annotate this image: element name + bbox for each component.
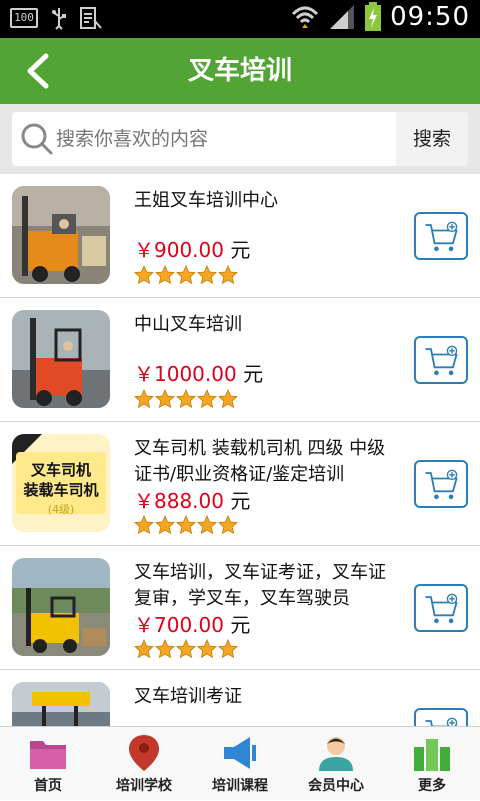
price-unit: 元 — [230, 489, 251, 513]
star-icon — [134, 515, 154, 535]
notification-icon — [80, 7, 102, 29]
price-row: ￥900.00 元 — [134, 234, 250, 263]
course-price: ￥1000.00 — [134, 362, 237, 386]
star-icon — [176, 265, 196, 285]
tab-label: 培训课程 — [212, 778, 268, 794]
course-price: ￥700.00 — [134, 613, 224, 637]
title-bar: 叉车培训 — [0, 38, 480, 104]
list-item[interactable]: 叉车培训考证 — [0, 670, 480, 726]
course-name: 叉车司机 装载机司机 四级 中级 证书/职业资格证/鉴定培训 — [134, 438, 386, 485]
bottom-tab-bar: 首页 培训学校 培训课程 会员中心 更多 — [0, 726, 480, 800]
price-unit: 元 — [230, 613, 251, 637]
price-unit: 元 — [243, 362, 264, 386]
tab-label: 培训学校 — [116, 778, 172, 794]
star-icon — [176, 515, 196, 535]
star-icon — [218, 515, 238, 535]
add-to-cart-icon[interactable] — [414, 708, 468, 726]
price-row: ￥700.00 元 — [134, 609, 250, 638]
rating-stars — [134, 389, 238, 409]
add-to-cart-icon[interactable] — [414, 460, 468, 508]
rating-stars — [134, 639, 238, 659]
search-bar: 搜索 — [0, 104, 480, 174]
battery-charging-icon — [365, 2, 382, 31]
tab-schools[interactable]: 培训学校 — [96, 727, 192, 801]
course-thumbnail — [12, 558, 110, 656]
list-item[interactable]: 叉车司机 装载车司机 (4级) 叉车司机 装载机司机 四级 中级 证书/职业资格… — [0, 422, 480, 546]
search-icon — [21, 123, 53, 155]
add-to-cart-icon[interactable] — [414, 212, 468, 260]
page-title: 叉车培训 — [187, 56, 292, 86]
price-unit: 元 — [230, 238, 251, 262]
star-icon — [134, 265, 154, 285]
star-icon — [155, 265, 175, 285]
thumb-caption-line1: 叉车司机 — [30, 461, 91, 479]
thumb-caption-line3: (4级) — [47, 503, 75, 516]
tab-label: 会员中心 — [308, 778, 364, 794]
usb-icon — [52, 8, 66, 30]
star-icon — [218, 389, 238, 409]
tab-more[interactable]: 更多 — [384, 727, 480, 801]
clock: 09:50 — [390, 2, 470, 32]
rating-stars — [134, 515, 238, 535]
status-bar: 100 09:50 — [0, 0, 480, 38]
list-item[interactable]: 中山叉车培训 ￥1000.00 元 — [0, 298, 480, 422]
course-thumbnail — [12, 186, 110, 284]
search-button[interactable]: 搜索 — [396, 112, 468, 166]
course-name: 王姐叉车培训中心 — [134, 190, 278, 211]
battery-indicator: 100 — [10, 8, 38, 28]
add-to-cart-icon[interactable] — [414, 584, 468, 632]
course-list: 王姐叉车培训中心 ￥900.00 元 中山叉车培训 ￥1000.00 元 叉车司… — [0, 174, 480, 726]
folder-icon — [30, 741, 66, 769]
course-name: 中山叉车培训 — [134, 314, 242, 335]
list-item[interactable]: 叉车培训，叉车证考证，叉车证复审，学叉车，叉车驾驶员 ￥700.00 元 — [0, 546, 480, 670]
star-icon — [134, 639, 154, 659]
star-icon — [155, 515, 175, 535]
tab-home[interactable]: 首页 — [0, 727, 96, 801]
list-item[interactable]: 王姐叉车培训中心 ￥900.00 元 — [0, 174, 480, 298]
user-icon — [319, 737, 353, 771]
rating-stars — [134, 265, 238, 285]
star-icon — [176, 389, 196, 409]
course-thumbnail: 叉车司机 装载车司机 (4级) — [12, 434, 110, 532]
map-pin-icon — [129, 735, 159, 771]
thumb-caption: 叉车司机 装载车司机 (4级) — [12, 460, 110, 520]
tab-label: 首页 — [34, 778, 62, 794]
star-icon — [197, 389, 217, 409]
tab-label: 更多 — [418, 778, 446, 794]
more-icon — [414, 739, 450, 771]
price-row: ￥1000.00 元 — [134, 358, 263, 387]
search-box[interactable] — [12, 112, 396, 166]
star-icon — [155, 389, 175, 409]
star-icon — [155, 639, 175, 659]
star-icon — [197, 515, 217, 535]
star-icon — [197, 639, 217, 659]
signal-icon — [330, 5, 355, 29]
course-price: ￥888.00 — [134, 489, 224, 513]
price-row: ￥888.00 元 — [134, 485, 250, 514]
star-icon — [197, 265, 217, 285]
star-icon — [176, 639, 196, 659]
tab-member-center[interactable]: 会员中心 — [288, 727, 384, 801]
add-to-cart-icon[interactable] — [414, 336, 468, 384]
tab-courses[interactable]: 培训课程 — [192, 727, 288, 801]
megaphone-icon — [224, 737, 256, 769]
wifi-icon — [292, 6, 319, 28]
course-thumbnail — [12, 682, 110, 726]
course-name: 叉车培训，叉车证考证，叉车证复审，学叉车，叉车驾驶员 — [134, 562, 386, 609]
search-input[interactable] — [56, 122, 386, 156]
course-thumbnail — [12, 310, 110, 408]
star-icon — [218, 639, 238, 659]
star-icon — [218, 265, 238, 285]
star-icon — [134, 389, 154, 409]
course-price: ￥900.00 — [134, 238, 224, 262]
thumb-caption-line2: 装载车司机 — [23, 481, 99, 499]
course-name: 叉车培训考证 — [134, 686, 242, 707]
